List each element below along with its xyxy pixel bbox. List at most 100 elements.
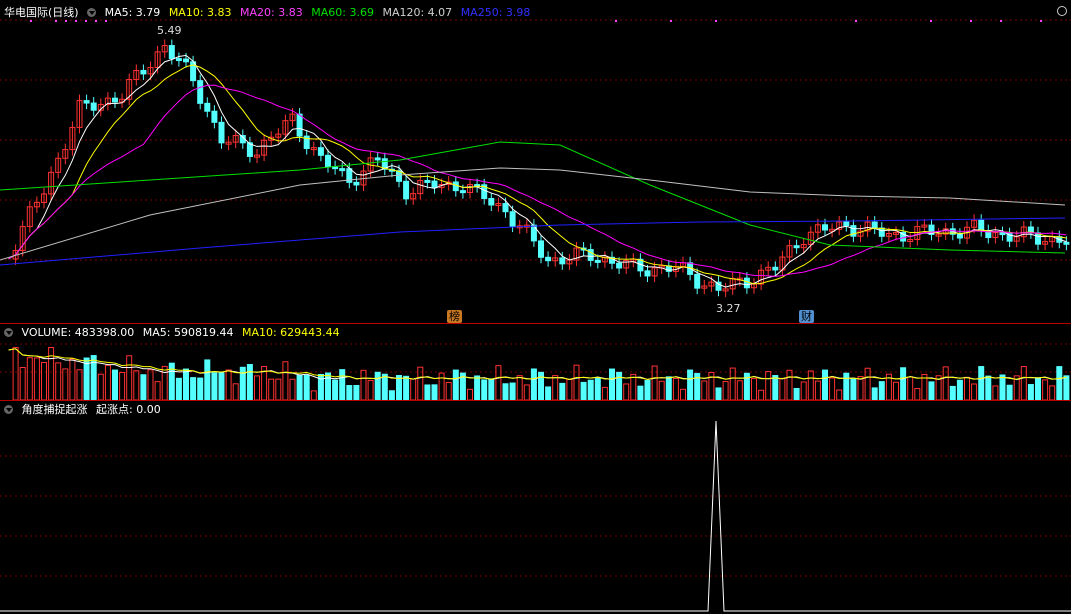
volume-bar: [360, 369, 367, 400]
volume-bar: [971, 383, 978, 400]
volume-bar: [1042, 379, 1049, 400]
volume-bar: [76, 369, 83, 400]
volume-bar: [665, 376, 672, 400]
volume-panel[interactable]: VOLUME: 483398.00 MA5: 590819.44 MA10: 6…: [0, 324, 1071, 400]
volume-bar: [246, 364, 253, 400]
volume-bar: [26, 357, 33, 400]
candle-body: [140, 69, 147, 75]
settings-icon[interactable]: [1057, 6, 1067, 16]
volume-header: VOLUME: 483398.00 MA5: 590819.44 MA10: 6…: [4, 326, 345, 340]
candle-body: [431, 180, 438, 189]
volume-bar: [836, 389, 843, 400]
volume-bar: [644, 380, 651, 400]
signal-dot: [970, 20, 972, 22]
indicator-value: 起涨点: 0.00: [96, 403, 161, 416]
candle-body: [843, 221, 850, 227]
signal-dot: [615, 20, 617, 22]
volume-bar: [1027, 384, 1034, 400]
candle-body: [488, 198, 495, 206]
ma10-label: MA10: 3.83: [168, 6, 232, 19]
volume-bar: [204, 359, 211, 400]
volume-bar: [282, 361, 289, 400]
volume-bar: [559, 382, 566, 400]
volume-bar: [672, 377, 679, 400]
candle-body: [204, 102, 211, 112]
signal-spike: [0, 420, 1071, 612]
volume-bar: [275, 378, 282, 400]
candle-body: [325, 154, 331, 168]
price-panel[interactable]: 华电国际(日线) MA5: 3.79 MA10: 3.83 MA20: 3.83…: [0, 0, 1071, 323]
candle-body: [459, 190, 466, 194]
volume-bar: [502, 383, 509, 400]
indicator-chart[interactable]: [0, 401, 1071, 614]
candle-body: [218, 121, 225, 144]
candle-body: [168, 45, 175, 60]
high-price-label: 5.49: [157, 24, 182, 37]
candle-body: [211, 110, 218, 123]
volume-bar: [715, 387, 722, 400]
candle-body: [509, 211, 516, 227]
candle-body: [743, 277, 750, 289]
indicator-panel[interactable]: 角度捕捉起涨 起涨点: 0.00: [0, 401, 1071, 614]
volume-bar: [530, 368, 537, 400]
volume-bar: [992, 385, 999, 400]
volume-bar: [1056, 366, 1063, 400]
volume-bar: [786, 369, 793, 400]
volume-bar: [985, 375, 992, 400]
candle-body: [83, 100, 90, 104]
ma20-label: MA20: 3.83: [240, 6, 303, 19]
volume-bar: [857, 376, 864, 400]
volume-bar: [594, 377, 601, 400]
candlestick-chart[interactable]: [0, 0, 1071, 322]
volume-bar: [907, 376, 914, 400]
volume-bar: [651, 365, 658, 400]
finance-tag[interactable]: 财: [799, 310, 814, 323]
volume-bar: [1035, 377, 1041, 400]
volume-bar: [126, 355, 133, 400]
volume-bar: [814, 380, 821, 400]
candle-body: [90, 102, 97, 111]
volume-bar: [367, 379, 374, 400]
volume-bar: [822, 369, 828, 400]
volume-bar: [609, 368, 615, 400]
volume-bar: [474, 375, 481, 400]
signal-dot: [55, 20, 57, 22]
volume-bar: [779, 377, 786, 400]
volume-bar: [878, 381, 885, 400]
volume-bar: [523, 384, 530, 400]
volume-bar: [12, 347, 19, 400]
candle-body: [594, 259, 601, 263]
candle-body: [353, 181, 360, 186]
volume-bar: [701, 380, 708, 400]
candle-body: [978, 219, 985, 232]
volume-bar: [829, 377, 836, 400]
collapse-icon[interactable]: [4, 328, 13, 337]
low-price-label: 3.27: [716, 302, 741, 315]
volume-bar: [147, 369, 154, 400]
volume-bar: [552, 375, 559, 400]
volume-bar: [680, 388, 686, 400]
volume-bar: [850, 377, 857, 400]
volume-bar: [346, 385, 353, 400]
volume-bar: [722, 380, 729, 400]
volume-bar: [410, 378, 417, 400]
volume-bar: [218, 372, 225, 400]
candle-body: [999, 232, 1006, 236]
volume-value: VOLUME: 483398.00: [21, 326, 135, 339]
volume-bar: [41, 361, 47, 400]
volume-bar: [488, 378, 495, 400]
volume-bar: [545, 386, 552, 400]
ma20-line: [8, 84, 1067, 277]
volume-bar: [616, 371, 623, 400]
volume-bar: [381, 373, 388, 400]
collapse-icon[interactable]: [4, 405, 13, 414]
volume-bar: [843, 372, 850, 400]
price-header: 华电国际(日线) MA5: 3.79 MA10: 3.83 MA20: 3.83…: [4, 6, 535, 20]
candle-body: [956, 233, 963, 239]
candle-body: [502, 203, 509, 213]
volume-bar: [325, 372, 331, 400]
rank-tag[interactable]: 榜: [447, 310, 462, 323]
collapse-icon[interactable]: [87, 8, 97, 17]
volume-bar: [772, 375, 779, 400]
volume-bar: [310, 390, 317, 400]
